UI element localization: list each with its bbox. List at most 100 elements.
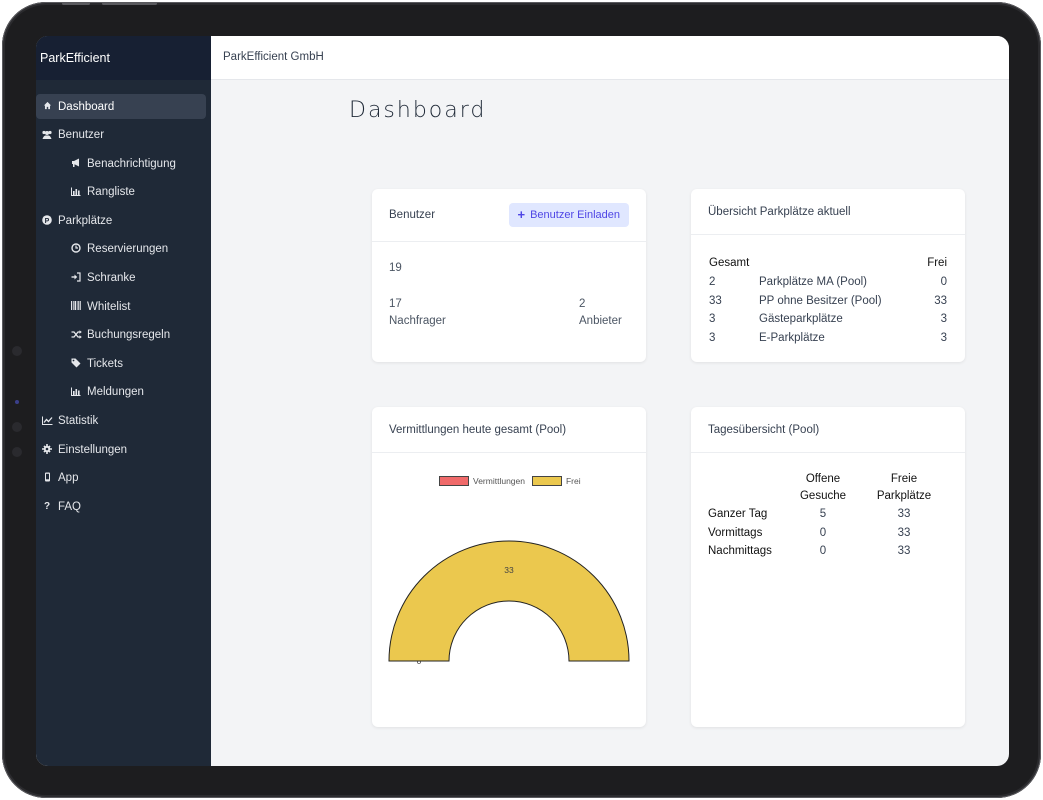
table-cell: 33: [897, 508, 911, 521]
table-cell: 0: [819, 526, 827, 539]
top-bar: ParkEfficient GmbH: [211, 36, 1009, 80]
header-line: Parkplätze: [876, 490, 932, 502]
header-line: Gesuche: [799, 490, 847, 502]
line-chart-icon: [40, 416, 54, 427]
bar-chart-icon: [69, 387, 83, 398]
parking-icon: P: [40, 215, 54, 227]
row-label: Ganzer Tag: [708, 508, 768, 521]
sidebar-item-label: Reservierungen: [87, 243, 169, 256]
chart-data-label: 33: [504, 565, 514, 575]
table-cell: Gästeparkplätze: [759, 313, 843, 326]
side-sensor: [12, 346, 22, 356]
anbieter-count: 2: [579, 298, 586, 310]
table-cell: 3: [709, 331, 716, 344]
sidebar-item-label: Tickets: [87, 357, 123, 370]
card-title: Benutzer: [389, 209, 436, 221]
side-sensor: [12, 422, 22, 432]
barcode-icon: [69, 301, 83, 312]
table-cell: 3: [709, 313, 716, 326]
sidebar-item-benutzer[interactable]: Benutzer: [36, 123, 206, 148]
sidebar: ParkEfficient Dashboard Benutzer Benachr…: [36, 36, 211, 766]
parking-overview-card: Übersicht Parkplätze aktuell Gesamt Frei…: [691, 189, 965, 362]
anbieter-label: Anbieter: [579, 315, 622, 327]
nachfrager-stat: 17 Nachfrager: [389, 296, 446, 330]
sidebar-item-label: Whitelist: [87, 300, 131, 313]
sidebar-item-schranke[interactable]: Schranke: [36, 266, 206, 291]
table-cell: Parkplätze MA (Pool): [759, 276, 868, 289]
sidebar-item-reservierungen[interactable]: Reservierungen: [36, 237, 206, 262]
clock-icon: [69, 243, 83, 255]
header-line: Freie: [890, 473, 918, 485]
sign-in-icon: [69, 272, 83, 284]
parking-table: Gesamt Frei 2 Parkplätze MA (Pool) 0 33 …: [709, 253, 947, 347]
table-cell: 33: [897, 526, 911, 539]
mobile-icon: [40, 472, 54, 484]
day-table: Offene Gesuche Freie Parkplätze Ganzer T…: [708, 471, 952, 561]
column-header: [759, 253, 921, 273]
column-header: Gesamt: [709, 257, 750, 269]
sidebar-nav: Dashboard Benutzer Benachrichtigung Rang…: [36, 80, 211, 519]
sidebar-item-label: Parkplätze: [58, 214, 113, 227]
sidebar-item-label: Schranke: [87, 272, 136, 285]
sidebar-item-rangliste[interactable]: Rangliste: [36, 180, 206, 205]
gear-icon: [40, 443, 54, 456]
sidebar-item-einstellungen[interactable]: Einstellungen: [36, 437, 206, 462]
vermittlungen-chart-card: Vermittlungen heute gesamt (Pool) Vermit…: [372, 407, 646, 727]
power-button: [102, 2, 157, 5]
column-header: Offene Gesuche: [790, 471, 856, 505]
nachfrager-count: 17: [389, 298, 402, 310]
sidebar-item-label: Benachrichtigung: [87, 157, 176, 170]
company-name: ParkEfficient GmbH: [223, 51, 324, 63]
column-header: Frei: [927, 257, 947, 269]
svg-text:P: P: [45, 218, 50, 225]
card-header: Benutzer + Benutzer Einladen: [372, 189, 646, 242]
table-cell: 3: [940, 313, 947, 326]
row-label: Nachmittags: [708, 545, 772, 558]
table-row: 2 Parkplätze MA (Pool) 0: [709, 273, 947, 292]
users-card: Benutzer + Benutzer Einladen 19 17 Nachf…: [372, 189, 646, 362]
table-cell: 0: [940, 276, 947, 289]
sidebar-item-dashboard[interactable]: Dashboard: [36, 94, 206, 119]
card-title: Übersicht Parkplätze aktuell: [708, 205, 851, 218]
table-row: Ganzer Tag 5 33: [708, 505, 952, 524]
tag-icon: [69, 358, 83, 370]
sidebar-item-label: Einstellungen: [58, 443, 128, 456]
home-icon: [40, 101, 54, 112]
sidebar-item-meldungen[interactable]: Meldungen: [36, 380, 206, 405]
page-title: Dashboard: [349, 98, 487, 123]
sidebar-item-label: App: [58, 472, 79, 485]
volume-button: [62, 2, 90, 5]
table-header-row: Gesamt Frei: [709, 253, 947, 273]
anbieter-stat: 2 Anbieter: [579, 296, 622, 330]
sidebar-item-parkplaetze[interactable]: P Parkplätze: [36, 208, 206, 233]
user-total: 19: [389, 262, 402, 274]
column-header: Freie Parkplätze: [856, 471, 952, 505]
sidebar-item-label: FAQ: [58, 500, 82, 513]
table-cell: 33: [897, 545, 911, 558]
invite-user-button[interactable]: + Benutzer Einladen: [508, 203, 629, 227]
table-cell: 0: [819, 545, 827, 558]
shuffle-icon: [69, 330, 83, 341]
table-row: Vormittags 0 33: [708, 524, 952, 543]
sidebar-item-faq[interactable]: ? FAQ: [36, 494, 206, 519]
column-header: [708, 471, 790, 505]
sidebar-item-label: Dashboard: [58, 100, 115, 113]
half-doughnut-chart: 033: [388, 540, 630, 666]
users-icon: [40, 130, 54, 141]
plus-icon: +: [517, 207, 526, 222]
chart-slice-frei[interactable]: [388, 540, 630, 662]
sidebar-item-label: Rangliste: [87, 186, 135, 199]
sidebar-item-app[interactable]: App: [36, 466, 206, 491]
day-overview-card: Tagesübersicht (Pool) Offene Gesuche Fre…: [691, 407, 965, 727]
card-header: Tagesübersicht (Pool): [691, 407, 965, 453]
table-cell: 33: [709, 294, 722, 307]
sidebar-item-benachrichtigung[interactable]: Benachrichtigung: [36, 151, 206, 176]
sidebar-item-tickets[interactable]: Tickets: [36, 351, 206, 376]
bullhorn-icon: [69, 158, 83, 169]
sidebar-item-whitelist[interactable]: Whitelist: [36, 294, 206, 319]
sidebar-item-statistik[interactable]: Statistik: [36, 409, 206, 434]
table-cell: 2: [709, 276, 716, 289]
sidebar-item-label: Buchungsregeln: [87, 329, 171, 342]
brand-logo[interactable]: ParkEfficient: [36, 36, 211, 80]
sidebar-item-buchungsregeln[interactable]: Buchungsregeln: [36, 323, 206, 348]
